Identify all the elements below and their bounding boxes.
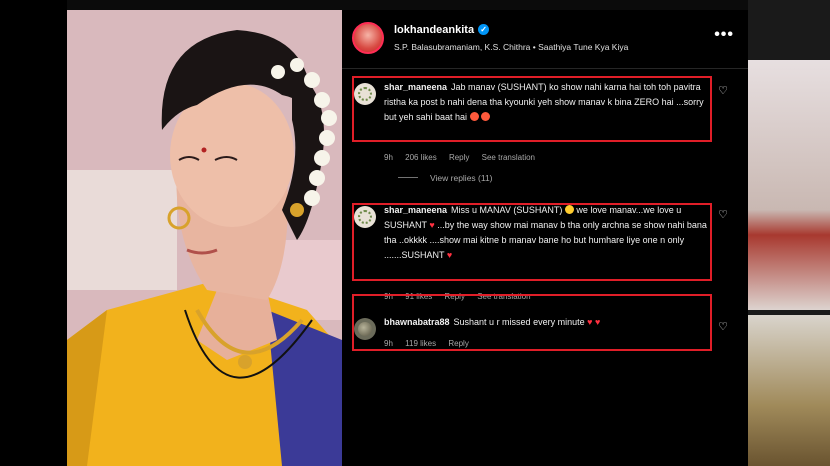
highlight-box xyxy=(352,203,712,281)
replies-divider xyxy=(398,177,418,178)
like-heart-icon[interactable]: ♡ xyxy=(716,321,730,333)
background-image xyxy=(748,60,830,310)
song-info[interactable]: S.P. Balasubramaniam, K.S. Chithra • Saa… xyxy=(394,42,628,52)
highlight-box xyxy=(352,294,712,351)
see-translation-link[interactable]: See translation xyxy=(482,153,535,162)
profile-avatar[interactable] xyxy=(352,22,384,54)
like-heart-icon[interactable]: ♡ xyxy=(716,209,730,221)
like-heart-icon[interactable]: ♡ xyxy=(716,85,730,97)
highlight-box xyxy=(352,76,712,142)
reply-button[interactable]: Reply xyxy=(449,153,469,162)
background-right xyxy=(748,0,830,466)
comment-likes[interactable]: 206 likes xyxy=(405,153,437,162)
post-username[interactable]: lokhandeankita ✓ xyxy=(394,24,490,36)
post-photo-illustration xyxy=(67,10,342,466)
post-photo xyxy=(67,10,342,466)
post-username-text[interactable]: lokhandeankita xyxy=(394,24,474,36)
more-horizontal-icon[interactable]: ••• xyxy=(714,26,734,44)
comments-panel: lokhandeankita ✓ S.P. Balasubramaniam, K.… xyxy=(342,10,748,466)
view-replies-text[interactable]: View replies (11) xyxy=(430,173,493,183)
comment-time: 9h xyxy=(384,153,393,162)
view-replies-link[interactable]: View replies (11) xyxy=(398,173,493,183)
verified-badge-icon: ✓ xyxy=(478,24,490,35)
comment-meta: 9h 206 likes Reply See translation xyxy=(384,153,545,162)
background-left xyxy=(0,0,67,466)
post-header: lokhandeankita ✓ S.P. Balasubramaniam, K.… xyxy=(342,10,748,69)
background-image xyxy=(748,315,830,466)
